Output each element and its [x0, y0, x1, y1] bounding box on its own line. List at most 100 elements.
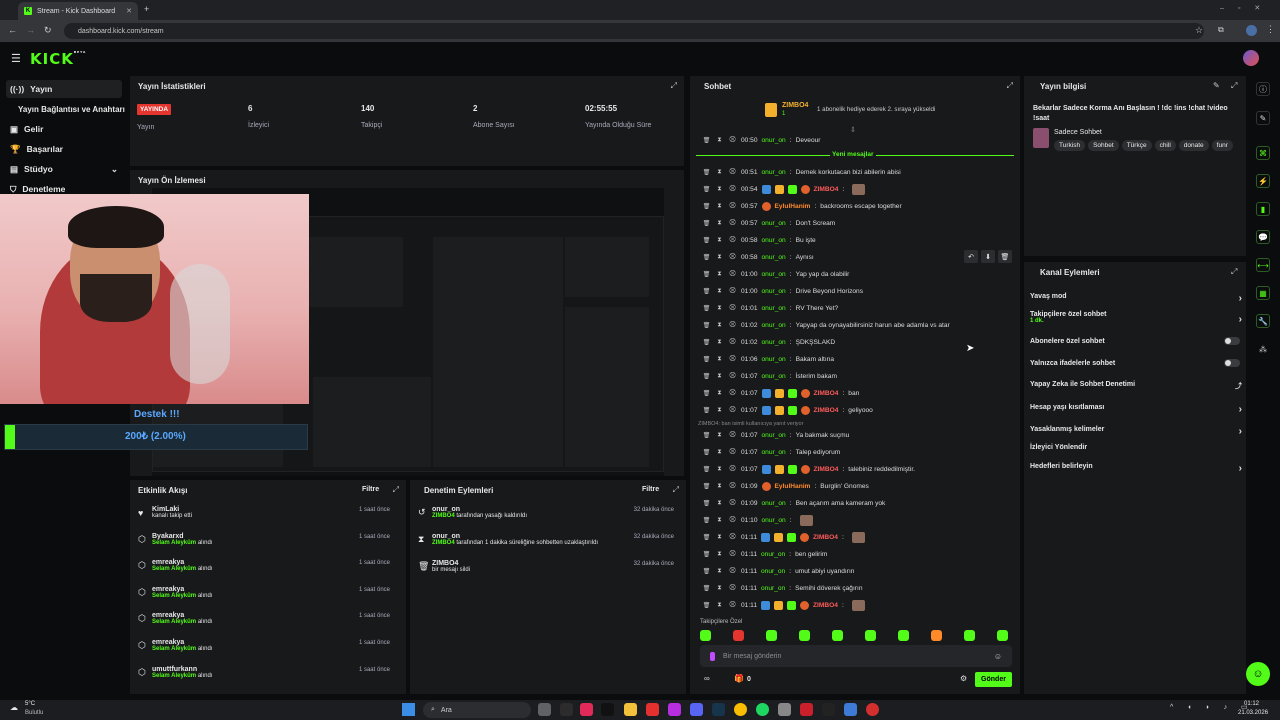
chat-message[interactable]: 🗑 ⧗ ⛒ 01:11 onur_on: ben gelirim: [702, 547, 828, 561]
ban-icon[interactable]: ⛒: [728, 322, 737, 329]
timeout-icon[interactable]: ⧗: [715, 137, 724, 144]
timeout-icon[interactable]: ⧗: [715, 390, 724, 397]
taskbar-app-icon[interactable]: [668, 703, 681, 716]
info-icon[interactable]: ⓘ: [1256, 82, 1270, 96]
wrench-icon[interactable]: 🔧: [1256, 314, 1270, 328]
message-user[interactable]: ZIMBO4: [814, 407, 839, 414]
timeout-icon[interactable]: ⧗: [715, 407, 724, 414]
chat-message[interactable]: 🗑 ⧗ ⛒ 01:02 onur_on: Yapyap da oynayabilirsin…: [702, 318, 950, 332]
ai-mod-item[interactable]: Yapay Zeka ile Sohbet Denetimi ⤴: [1030, 381, 1242, 390]
timeout-icon[interactable]: ⧗: [715, 271, 724, 278]
extensions-icon[interactable]: ⧉: [1218, 25, 1224, 35]
message-user[interactable]: onur_on: [762, 254, 786, 261]
message-user[interactable]: onur_on: [762, 237, 786, 244]
taskbar-app-icon[interactable]: [646, 703, 659, 716]
delete-message-icon[interactable]: 🗑: [702, 517, 711, 524]
emote-chat-item[interactable]: Yalnızca ifadelerle sohbet: [1030, 359, 1242, 367]
taskbar-app-icon[interactable]: [712, 703, 725, 716]
message-user[interactable]: onur_on: [761, 568, 785, 575]
message-user[interactable]: onur_on: [761, 551, 785, 558]
back-icon[interactable]: ←: [8, 25, 17, 35]
chat-message[interactable]: 🗑 ⧗ ⛒ 01:07 ZIMBO4: geliyooo: [702, 403, 873, 417]
emote-icon[interactable]: [700, 630, 711, 641]
emoji-icon[interactable]: ☺: [994, 652, 1002, 661]
expand-icon[interactable]: ⤢: [393, 485, 399, 495]
ban-icon[interactable]: ⛒: [728, 517, 737, 524]
ban-icon[interactable]: ⛒: [728, 500, 737, 507]
ban-icon[interactable]: ⛒: [728, 288, 737, 295]
timeout-icon[interactable]: ⧗: [715, 373, 724, 380]
delete-message-icon[interactable]: 🗑: [702, 305, 711, 312]
delete-message-icon[interactable]: 🗑: [702, 551, 711, 558]
taskbar-app-icon[interactable]: [734, 703, 747, 716]
delete-message-icon[interactable]: 🗑: [702, 288, 711, 295]
delete-message-icon[interactable]: 🗑: [702, 407, 711, 414]
raid-icon[interactable]: ⟷: [1256, 258, 1270, 272]
hamburger-menu-icon[interactable]: ☰: [11, 52, 21, 65]
taskbar-app-icon[interactable]: [538, 703, 551, 716]
message-user[interactable]: onur_on: [762, 169, 786, 176]
ban-icon[interactable]: ⛒: [728, 466, 737, 473]
delete-message-icon[interactable]: 🗑: [702, 602, 711, 609]
start-button[interactable]: [402, 703, 415, 716]
ban-icon[interactable]: ⛒: [728, 407, 737, 414]
delete-message-icon[interactable]: 🗑: [702, 203, 711, 210]
user-avatar[interactable]: [1243, 50, 1259, 66]
pin-icon[interactable]: ⬇: [981, 250, 995, 263]
chat-bubble-icon[interactable]: 💬: [1256, 230, 1270, 244]
chat-message[interactable]: 🗑 ⧗ ⛒ 00:58 onur_on: Bu işte: [702, 233, 816, 247]
followers-chat-item[interactable]: Takipçilere özel sohbet 1 dk. ›: [1030, 311, 1242, 325]
ban-icon[interactable]: ⛒: [728, 137, 737, 144]
tray-icons[interactable]: ^ ◖ ◗ ♪ ▭: [1170, 703, 1254, 711]
taskbar-app-icon[interactable]: [624, 703, 637, 716]
chat-message[interactable]: 🗑 ⧗ ⛒ 00:57 EylulHanim: backrooms escape toge…: [702, 199, 902, 213]
chat-message[interactable]: 🗑 ⧗ ⛒ 01:11 ZIMBO4:: [702, 530, 865, 544]
chat-message[interactable]: 🗑 ⧗ ⛒ 01:09 onur_on: Ben açarım ama kameram y…: [702, 496, 886, 510]
expand-icon[interactable]: ⤢: [673, 485, 679, 495]
ban-icon[interactable]: ⛒: [728, 602, 737, 609]
message-user[interactable]: ZIMBO4: [814, 390, 839, 397]
ban-icon[interactable]: ⛒: [728, 551, 737, 558]
ban-icon[interactable]: ⛒: [728, 271, 737, 278]
chat-message[interactable]: 🗑 ⧗ ⛒ 00:54 ZIMBO4:: [702, 182, 866, 196]
delete-message-icon[interactable]: 🗑: [702, 169, 711, 176]
ban-icon[interactable]: ⛒: [728, 203, 737, 210]
taskbar-app-icon[interactable]: [690, 703, 703, 716]
chat-message[interactable]: 🗑 ⧗ ⛒ 01:11 ZIMBO4:: [702, 598, 865, 612]
chat-message[interactable]: 🗑 ⧗ ⛒ 01:07 onur_on: Ya bakmak suçmu: [702, 428, 850, 442]
banned-words-item[interactable]: Yasaklanmış kelimeler ›: [1030, 426, 1242, 437]
message-user[interactable]: ZIMBO4: [814, 186, 839, 193]
timeout-icon[interactable]: ⧗: [715, 305, 724, 312]
chat-message[interactable]: 🗑 ⧗ ⛒ 01:07 onur_on: İsterim bakam: [702, 369, 837, 383]
kick-logo[interactable]: KICKBETA: [30, 50, 86, 68]
delete-message-icon[interactable]: 🗑: [702, 373, 711, 380]
chat-input[interactable]: Bir mesaj gönderin ☺: [700, 645, 1012, 667]
emote-icon[interactable]: [898, 630, 909, 641]
emote-icon[interactable]: [733, 630, 744, 641]
emote-icon[interactable]: [832, 630, 843, 641]
chat-message[interactable]: 🗑 ⧗ ⛒ 01:00 onur_on: Drive Beyond Horizons: [702, 284, 863, 298]
message-user[interactable]: ZIMBO4: [813, 534, 838, 541]
ban-icon[interactable]: ⛒: [728, 483, 737, 490]
ban-icon[interactable]: ⛒: [728, 339, 737, 346]
bookmark-star-icon[interactable]: ☆: [1195, 25, 1203, 36]
delete-message-icon[interactable]: 🗑: [702, 322, 711, 329]
ban-icon[interactable]: ⛒: [728, 254, 737, 261]
stream-tag[interactable]: donate: [1178, 140, 1209, 151]
emote-icon[interactable]: [865, 630, 876, 641]
close-tab-icon[interactable]: ✕: [126, 7, 132, 15]
timeout-icon[interactable]: ⧗: [715, 466, 724, 473]
timeout-icon[interactable]: ⧗: [715, 169, 724, 176]
timeout-icon[interactable]: ⧗: [715, 339, 724, 346]
taskbar-app-icon[interactable]: [601, 703, 614, 716]
stream-tag[interactable]: Turkish: [1054, 140, 1086, 151]
new-tab-icon[interactable]: +: [144, 4, 149, 14]
delete-message-icon[interactable]: 🗑: [702, 220, 711, 227]
message-user[interactable]: onur_on: [762, 517, 786, 524]
sidebar-item-yayin[interactable]: ((·)) Yayın: [6, 80, 122, 98]
message-user[interactable]: onur_on: [762, 356, 786, 363]
sidebar-item-basarilar[interactable]: 🏆 Başarılar: [6, 140, 122, 158]
support-chat-button[interactable]: ☺: [1246, 662, 1270, 686]
age-limit-item[interactable]: Hesap yaşı kısıtlaması ›: [1030, 404, 1242, 415]
timeout-icon[interactable]: ⧗: [715, 534, 724, 541]
